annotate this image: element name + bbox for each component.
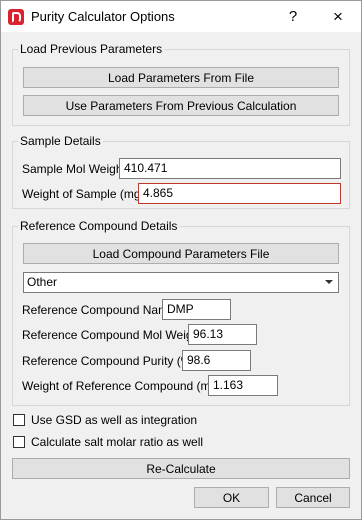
reference-compound-select[interactable]: Other [23,272,339,293]
recalculate-button[interactable]: Re-Calculate [12,458,350,479]
sample-weight-label: Weight of Sample (mg) [22,187,145,201]
sample-mol-weight-input[interactable]: 410.471 [119,158,341,179]
reference-mol-weight-label: Reference Compound Mol Weight [22,328,203,342]
sample-mol-weight-label: Sample Mol Weight [22,162,126,176]
sample-weight-input[interactable]: 4.865 [138,183,341,204]
sample-details-legend: Sample Details [18,134,103,148]
use-gsd-label: Use GSD as well as integration [31,413,198,427]
reference-weight-input[interactable]: 1.163 [208,375,278,396]
reference-name-label: Reference Compound Name [22,303,175,317]
reference-compound-selected-value: Other [27,275,58,289]
salt-molar-ratio-label: Calculate salt molar ratio as well [31,435,204,449]
reference-weight-label: Weight of Reference Compound (mg) [22,379,222,393]
salt-molar-ratio-checkbox[interactable] [13,436,25,448]
load-previous-legend: Load Previous Parameters [18,42,165,56]
dialog-window: Purity Calculator Options ? × Load Previ… [0,0,362,520]
use-previous-parameters-button[interactable]: Use Parameters From Previous Calculation [23,95,339,116]
load-compound-parameters-button[interactable]: Load Compound Parameters File [23,243,339,264]
cancel-button[interactable]: Cancel [276,487,350,508]
title-bar: Purity Calculator Options ? × [1,1,361,32]
reference-compound-legend: Reference Compound Details [18,219,180,233]
help-icon[interactable]: ? [278,4,308,29]
chevron-down-icon [325,280,333,284]
reference-compound-group: Reference Compound Details Load Compound… [12,219,350,406]
sample-details-group: Sample Details Sample Mol Weight 410.471… [12,134,350,209]
reference-purity-label: Reference Compound Purity (%) [22,354,196,368]
reference-name-input[interactable]: DMP [162,299,231,320]
load-parameters-from-file-button[interactable]: Load Parameters From File [23,67,339,88]
window-title: Purity Calculator Options [31,9,175,24]
reference-purity-input[interactable]: 98.6 [182,350,251,371]
use-gsd-checkbox[interactable] [13,414,25,426]
load-previous-group: Load Previous Parameters Load Parameters… [12,42,350,126]
app-logo-icon [8,9,24,25]
reference-mol-weight-input[interactable]: 96.13 [188,324,257,345]
ok-button[interactable]: OK [194,487,269,508]
close-icon[interactable]: × [323,4,353,29]
